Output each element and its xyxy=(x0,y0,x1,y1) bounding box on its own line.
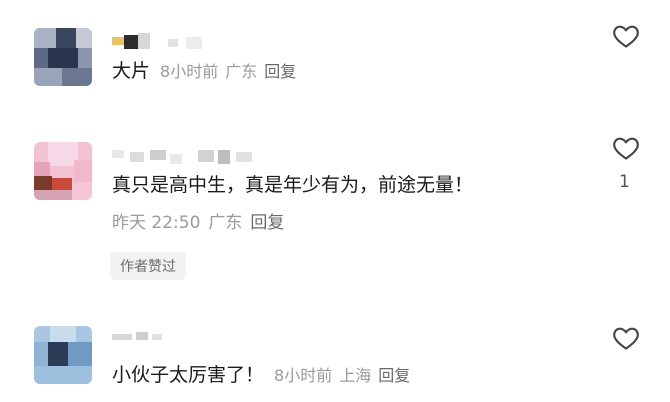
reply-button[interactable]: 回复 xyxy=(264,62,296,81)
comment-time: 昨天 22:50 xyxy=(112,213,201,233)
username-blurred[interactable] xyxy=(112,33,212,55)
comment-time: 8小时前 xyxy=(274,366,333,385)
username-blurred[interactable] xyxy=(112,330,172,352)
reply-button[interactable]: 回复 xyxy=(250,213,284,233)
comment-location: 广东 xyxy=(225,62,258,81)
avatar[interactable] xyxy=(34,326,92,384)
comment-text-row: 大片 8小时前 广东 回复 xyxy=(112,58,303,85)
comment-text: 大片 xyxy=(112,60,151,82)
comment-meta: 昨天 22:50 广东 回复 xyxy=(112,208,292,233)
avatar[interactable] xyxy=(34,28,92,86)
comment-meta: 8小时前 广东 回复 xyxy=(160,62,303,81)
heart-icon[interactable] xyxy=(611,22,641,50)
username-blurred[interactable] xyxy=(112,148,262,170)
comment-location: 广东 xyxy=(208,213,243,233)
comment-text: 小伙子太厉害了！ xyxy=(112,364,265,386)
author-liked-badge: 作者赞过 xyxy=(110,252,186,280)
heart-icon[interactable] xyxy=(611,324,641,352)
comment-location: 上海 xyxy=(339,366,372,385)
like-count: 1 xyxy=(619,172,630,192)
comment-text: 真只是高中生，真是年少有为，前途无量！ xyxy=(112,174,474,196)
comment-text-row: 小伙子太厉害了！ 8小时前 上海 回复 xyxy=(112,362,417,389)
avatar[interactable] xyxy=(34,142,92,200)
heart-icon[interactable] xyxy=(611,134,641,162)
comment-time: 8小时前 xyxy=(160,62,219,81)
reply-button[interactable]: 回复 xyxy=(378,366,410,385)
comment-meta: 8小时前 上海 回复 xyxy=(274,366,417,385)
